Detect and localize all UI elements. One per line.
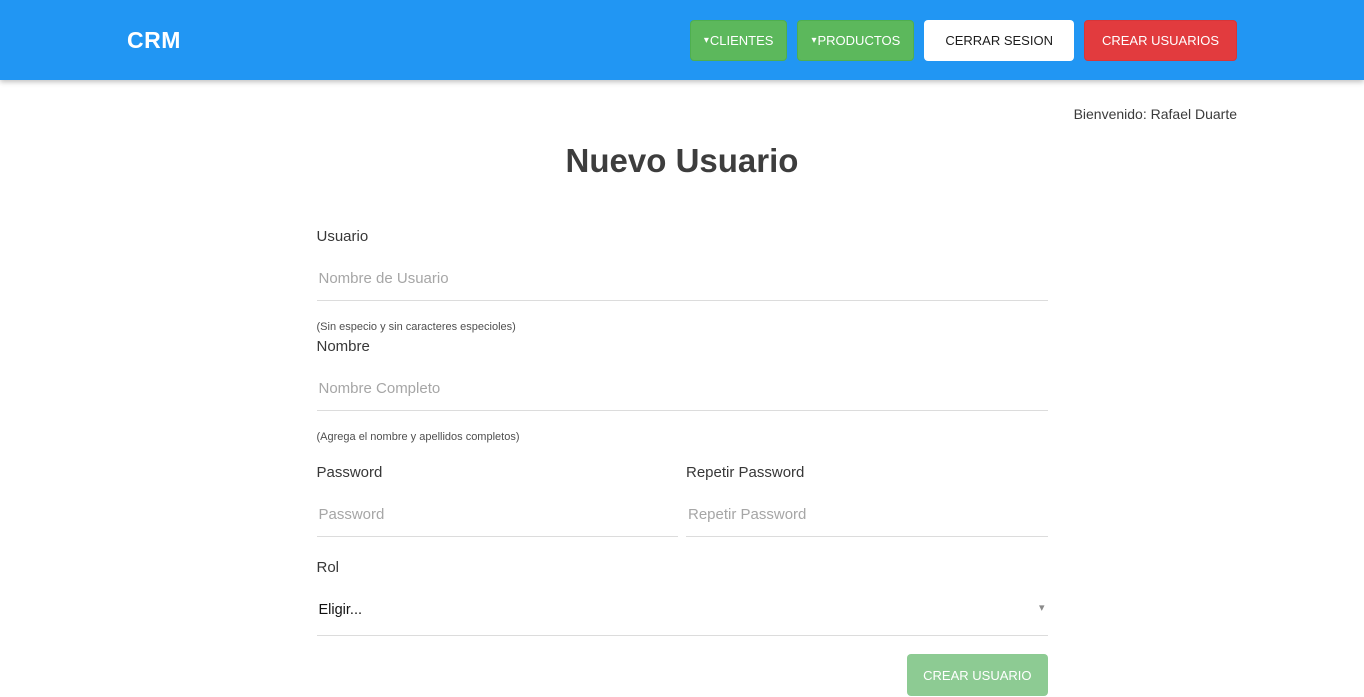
nombre-field: Nombre (Agrega el nombre y apellidos com… xyxy=(317,338,1048,443)
password-row: Password Repetir Password xyxy=(317,464,1048,537)
new-user-form: Usuario (Sin especio y sin caracteres es… xyxy=(317,228,1048,696)
rol-select[interactable]: Eligir... xyxy=(317,576,1048,636)
header-container: CRM ▾CLIENTES ▾PRODUCTOS CERRAR SESION C… xyxy=(127,0,1237,80)
chevron-down-icon: ▾ xyxy=(704,36,709,46)
rol-select-wrapper: Eligir... ▾ xyxy=(317,576,1048,636)
nombre-input[interactable] xyxy=(317,355,1048,411)
password-input[interactable] xyxy=(317,481,679,537)
nav-clientes-dropdown[interactable]: ▾CLIENTES xyxy=(690,20,788,61)
repeat-password-label: Repetir Password xyxy=(686,464,1048,481)
chevron-down-icon: ▾ xyxy=(811,36,816,46)
page-title: Nuevo Usuario xyxy=(317,142,1048,180)
nav-clientes-label: CLIENTES xyxy=(710,33,774,48)
nav-productos-label: PRODUCTOS xyxy=(818,33,901,48)
main-nav: ▾CLIENTES ▾PRODUCTOS CERRAR SESION CREAR… xyxy=(690,20,1237,61)
logout-button[interactable]: CERRAR SESION xyxy=(924,20,1074,61)
usuario-input[interactable] xyxy=(317,245,1048,301)
create-users-button[interactable]: CREAR USUARIOS xyxy=(1084,20,1237,61)
nombre-label: Nombre xyxy=(317,338,1048,355)
app-logo: CRM xyxy=(127,27,181,54)
nombre-helper-text: (Agrega el nombre y apellidos completos) xyxy=(317,431,1048,443)
rol-field: Rol Eligir... ▾ xyxy=(317,559,1048,636)
submit-row: CREAR USUARIO xyxy=(317,654,1048,696)
nav-productos-dropdown[interactable]: ▾PRODUCTOS xyxy=(797,20,914,61)
new-user-page: Nuevo Usuario Usuario (Sin especio y sin… xyxy=(317,142,1048,696)
password-label: Password xyxy=(317,464,679,481)
welcome-row: Bienvenido: Rafael Duarte xyxy=(127,106,1237,124)
usuario-field: Usuario (Sin especio y sin caracteres es… xyxy=(317,228,1048,333)
usuario-label: Usuario xyxy=(317,228,1048,245)
usuario-helper-text: (Sin especio y sin caracteres especioles… xyxy=(317,321,1048,333)
rol-label: Rol xyxy=(317,559,1048,576)
repeat-password-input[interactable] xyxy=(686,481,1048,537)
app-header: CRM ▾CLIENTES ▾PRODUCTOS CERRAR SESION C… xyxy=(0,0,1364,80)
create-user-submit-button[interactable]: CREAR USUARIO xyxy=(907,654,1047,696)
welcome-message: Bienvenido: Rafael Duarte xyxy=(1074,106,1237,122)
password-field: Password xyxy=(317,464,679,537)
repeat-password-field: Repetir Password xyxy=(686,464,1048,537)
